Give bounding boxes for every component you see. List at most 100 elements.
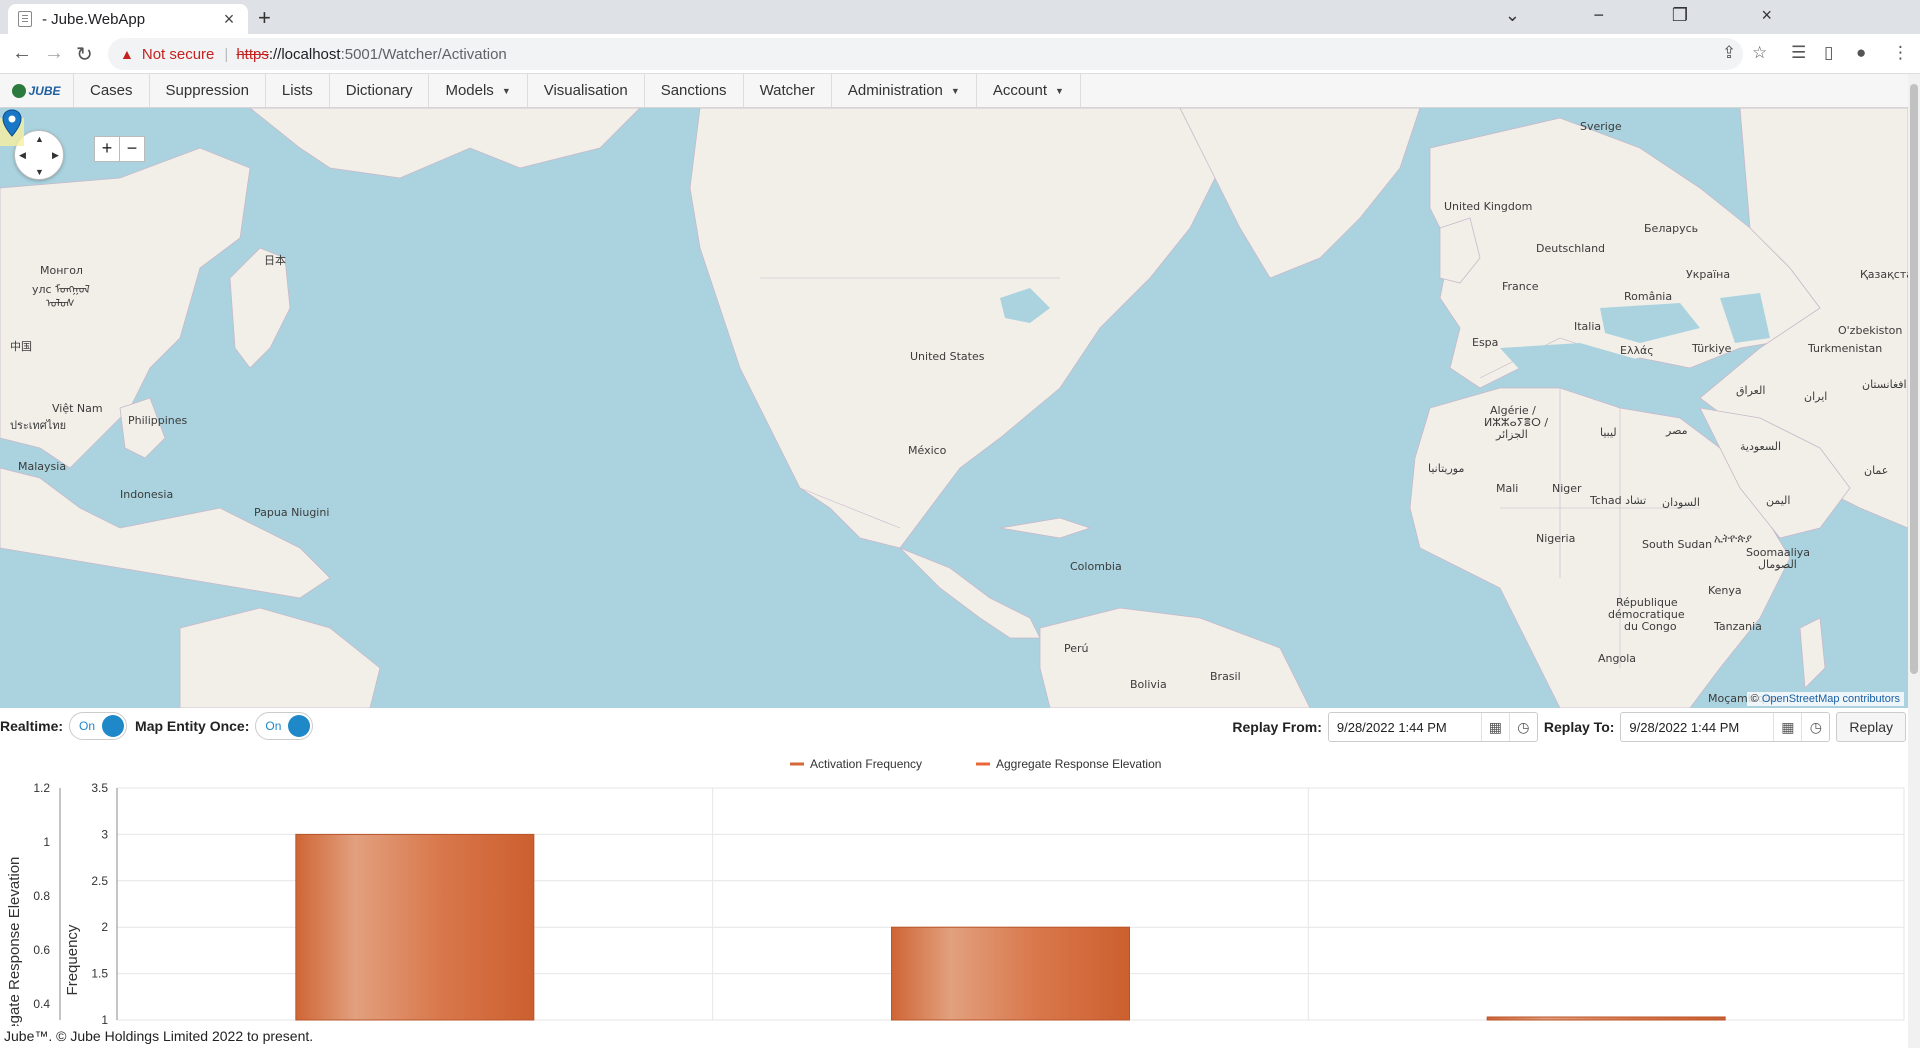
bookmark-star-icon[interactable]: ☆	[1752, 43, 1767, 63]
attribution-link[interactable]: OpenStreetMap contributors	[1762, 693, 1900, 705]
map-label: موريتانيا	[1428, 462, 1465, 475]
map-label: Nigeria	[1536, 532, 1576, 545]
map-entity-once-toggle[interactable]: On	[255, 712, 314, 740]
map-label: السعودية	[1740, 440, 1782, 453]
zoom-in-button[interactable]: +	[94, 136, 120, 162]
y-tick-label: 1	[101, 1013, 108, 1026]
activation-chart: Activation Frequency Aggregate Response E…	[0, 744, 1908, 1048]
reload-icon[interactable]: ↻	[76, 42, 93, 67]
new-tab-button[interactable]: +	[258, 5, 271, 31]
nav-watcher[interactable]: Watcher	[744, 74, 832, 107]
map-label: Philippines	[128, 414, 188, 427]
pan-up-icon[interactable]: ▲	[35, 134, 44, 144]
scrollbar-thumb[interactable]	[1910, 84, 1918, 674]
map-label: Angola	[1598, 652, 1637, 665]
clock-icon[interactable]: ◷	[1508, 713, 1537, 741]
map-label: România	[1624, 290, 1673, 303]
close-window-icon[interactable]: ×	[1761, 5, 1772, 26]
map-label: Türkiye	[1692, 342, 1732, 355]
watcher-controls: Realtime: On Map Entity Once: On Replay …	[0, 708, 1908, 744]
map-label: Việt Nam	[52, 402, 103, 415]
tab-title: - Jube.WebApp	[42, 10, 146, 28]
map-label: Ελλάς	[1620, 344, 1654, 357]
replay-from-value[interactable]: 9/28/2022 1:44 PM	[1337, 720, 1481, 735]
url-input[interactable]: ▲ Not secure | https ://localhost :5001/…	[108, 38, 1743, 70]
map-marker-icon[interactable]	[0, 108, 24, 148]
chart-bar	[891, 926, 1130, 1021]
nav-label: Suppression	[165, 82, 249, 99]
nav-dictionary[interactable]: Dictionary	[330, 74, 430, 107]
map-label: 中国	[10, 340, 32, 353]
map-label: United Kingdom	[1444, 200, 1533, 213]
nav-visualisation[interactable]: Visualisation	[528, 74, 645, 107]
y-axis-title-outer: Aggregate Response Elevation	[6, 857, 23, 1026]
nav-administration[interactable]: Administration ▼	[832, 74, 977, 107]
world-map[interactable]: Монгол улс ᠮᠣᠩᠭᠣᠯ ᠤᠯᠤᠰ 日本 中国 Việt Nam ปร…	[0, 108, 1908, 708]
url-path: :5001/Watcher/Activation	[340, 45, 507, 63]
y-tick-label: 2	[101, 920, 108, 934]
realtime-toggle[interactable]: On	[69, 712, 128, 740]
replay-to-value[interactable]: 9/28/2022 1:44 PM	[1629, 720, 1773, 735]
profile-icon[interactable]: ●	[1856, 43, 1866, 63]
share-icon[interactable]: ⇪	[1722, 43, 1736, 63]
attribution-copyright: ©	[1750, 693, 1759, 705]
page-scrollbar[interactable]	[1908, 74, 1920, 1048]
nav-sanctions[interactable]: Sanctions	[645, 74, 744, 107]
map-label: Kenya	[1708, 584, 1742, 597]
pan-left-icon[interactable]: ◀	[19, 150, 26, 161]
pan-down-icon[interactable]: ▼	[35, 167, 44, 177]
calendar-icon[interactable]: ▦	[1480, 713, 1509, 741]
map-label: México	[908, 444, 947, 457]
nav-label: Models	[445, 82, 494, 99]
restore-icon[interactable]: ❐	[1672, 5, 1688, 26]
minimize-icon[interactable]: −	[1593, 5, 1604, 26]
map-label: Tchad تشاد	[1590, 494, 1647, 507]
map-label: الجزائر	[1496, 428, 1528, 441]
security-warning[interactable]: Not secure	[142, 46, 215, 63]
calendar-icon[interactable]: ▦	[1773, 713, 1801, 741]
nav-models[interactable]: Models ▼	[429, 74, 528, 107]
forward-icon[interactable]: →	[44, 42, 64, 65]
y-axis-title-inner: Frequency	[64, 924, 81, 995]
map-label: Қазақстан	[1860, 268, 1908, 281]
replay-from-picker[interactable]: 9/28/2022 1:44 PM ▦ ◷	[1327, 712, 1538, 742]
nav-lists[interactable]: Lists	[266, 74, 330, 107]
replay-from-label: Replay From:	[1232, 719, 1322, 735]
map-label: Colombia	[1070, 560, 1122, 573]
map-label: Papua Niugini	[254, 506, 330, 519]
side-panel-icon[interactable]: ▯	[1824, 43, 1833, 63]
browser-tab[interactable]: - Jube.WebApp ×	[8, 4, 248, 34]
replay-to-picker[interactable]: 9/28/2022 1:44 PM ▦ ◷	[1620, 712, 1831, 742]
map-label: South Sudan	[1642, 538, 1713, 551]
map-label: ایران	[1804, 390, 1828, 403]
nav-cases[interactable]: Cases	[74, 74, 150, 107]
page-footer: Jube™. © Jube Holdings Limited 2022 to p…	[4, 1028, 314, 1044]
map-label: Brasil	[1210, 670, 1241, 683]
jube-logo[interactable]: JUBE	[0, 74, 74, 107]
map-label: Malaysia	[18, 460, 67, 473]
map-label: Sverige	[1580, 120, 1622, 133]
tab-search-icon[interactable]: ⌄	[1505, 5, 1520, 26]
clock-icon[interactable]: ◷	[1801, 713, 1829, 741]
replay-button[interactable]: Replay	[1836, 712, 1906, 742]
reading-list-icon[interactable]: ☰	[1791, 43, 1806, 63]
toggle-state: On	[79, 719, 96, 733]
map-entity-once-label: Map Entity Once:	[135, 718, 250, 734]
warning-icon: ▲	[120, 46, 134, 62]
map-label: ᠤᠯᠤᠰ	[46, 297, 75, 310]
zoom-out-button[interactable]: −	[119, 136, 145, 162]
tab-close-icon[interactable]: ×	[220, 9, 238, 30]
nav-suppression[interactable]: Suppression	[150, 74, 266, 107]
url-host: ://localhost	[268, 45, 341, 63]
toggle-state: On	[265, 719, 282, 733]
nav-account[interactable]: Account ▼	[977, 74, 1081, 107]
toggle-knob	[288, 715, 311, 737]
map-label: Беларусь	[1644, 222, 1699, 235]
back-icon[interactable]: ←	[12, 42, 32, 65]
chart-bar	[1486, 1016, 1726, 1021]
map-label: العراق	[1736, 384, 1766, 397]
nav-label: Dictionary	[345, 82, 413, 99]
menu-kebab-icon[interactable]: ⋮	[1892, 43, 1909, 63]
pan-right-icon[interactable]: ▶	[52, 150, 59, 161]
y-outer-tick-label: 1	[43, 835, 50, 849]
